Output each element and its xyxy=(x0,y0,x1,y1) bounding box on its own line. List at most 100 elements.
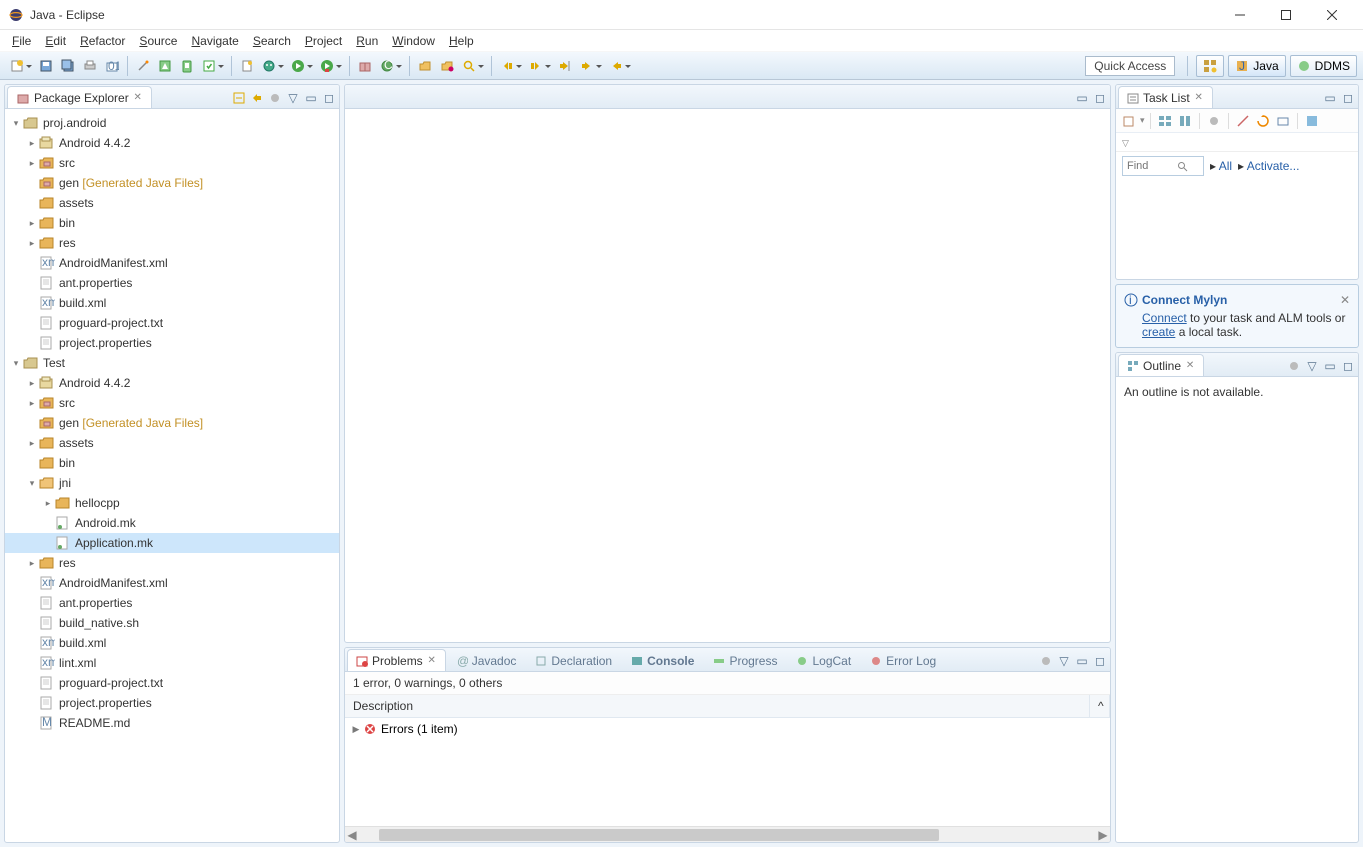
sdk-button[interactable] xyxy=(155,56,175,76)
new-task-button[interactable] xyxy=(1120,112,1138,130)
maximize-view-button[interactable]: ◻ xyxy=(321,90,337,106)
search-button[interactable] xyxy=(459,56,479,76)
menu-project[interactable]: Project xyxy=(299,32,348,50)
editor-minimize-button[interactable]: ▭ xyxy=(1074,90,1090,106)
twisty-icon[interactable]: ▶ xyxy=(349,724,363,735)
mylyn-connect-link[interactable]: Connect xyxy=(1142,311,1187,325)
tree-item[interactable]: ▸Android 4.4.2 xyxy=(5,373,339,393)
tree-item[interactable]: ▾jni xyxy=(5,473,339,493)
menu-refactor[interactable]: Refactor xyxy=(74,32,131,50)
tree-item[interactable]: ▸res xyxy=(5,233,339,253)
progress-tab[interactable]: Progress xyxy=(704,649,786,671)
maximize-view-button[interactable]: ◻ xyxy=(1340,358,1356,374)
outline-tab[interactable]: Outline✕ xyxy=(1118,354,1204,376)
lastedit-button[interactable] xyxy=(555,56,575,76)
package-explorer-tab[interactable]: Package Explorer ✕ xyxy=(7,86,152,108)
horizontal-scrollbar[interactable]: ◀ ▶ xyxy=(345,826,1110,842)
dropdown-icon[interactable]: ▾ xyxy=(1140,115,1145,126)
close-icon[interactable]: ✕ xyxy=(133,93,143,103)
twisty-icon[interactable]: ▾ xyxy=(9,118,23,129)
twisty-icon[interactable]: ▸ xyxy=(25,238,39,249)
print-button[interactable] xyxy=(80,56,100,76)
tree-item[interactable]: gen [Generated Java Files] xyxy=(5,173,339,193)
minimize-view-button[interactable]: ▭ xyxy=(303,90,319,106)
view-menu-button[interactable]: ▽ xyxy=(1056,653,1072,669)
problems-errors-group[interactable]: ▶ Errors (1 item) xyxy=(345,718,1110,740)
col-description[interactable]: Description xyxy=(345,695,1090,717)
javadoc-tab[interactable]: @Javadoc xyxy=(447,649,526,671)
newpackage-button[interactable] xyxy=(355,56,375,76)
tree-item[interactable]: gen [Generated Java Files] xyxy=(5,413,339,433)
twisty-icon[interactable]: ▸ xyxy=(25,218,39,229)
synchronize-button[interactable] xyxy=(1254,112,1272,130)
focus-workweek-button[interactable] xyxy=(1205,112,1223,130)
close-icon[interactable]: ✕ xyxy=(1185,361,1195,371)
tree-item[interactable]: ▸assets xyxy=(5,433,339,453)
annotation-prev-button[interactable] xyxy=(497,56,517,76)
openfolder-button[interactable] xyxy=(415,56,435,76)
tree-item[interactable]: xmlbuild.xml xyxy=(5,633,339,653)
twisty-icon[interactable]: ▸ xyxy=(41,498,55,509)
new-button[interactable] xyxy=(7,56,27,76)
twisty-icon[interactable]: ▸ xyxy=(25,378,39,389)
maximize-view-button[interactable]: ◻ xyxy=(1340,90,1356,106)
collapse-all-button[interactable] xyxy=(231,90,247,106)
maximize-view-button[interactable]: ◻ xyxy=(1092,653,1108,669)
tree-item[interactable]: bin xyxy=(5,453,339,473)
tree-item[interactable]: xmllint.xml xyxy=(5,653,339,673)
runext-button[interactable] xyxy=(317,56,337,76)
tree-item[interactable]: ▸bin xyxy=(5,213,339,233)
minimize-view-button[interactable]: ▭ xyxy=(1322,358,1338,374)
focus-task-button[interactable] xyxy=(267,90,283,106)
tree-item[interactable]: ant.properties xyxy=(5,593,339,613)
annotation-next-button[interactable] xyxy=(526,56,546,76)
view-menu-button[interactable]: ▽ xyxy=(285,90,301,106)
col-handle[interactable]: ^ xyxy=(1090,695,1110,717)
tree-item[interactable]: proguard-project.txt xyxy=(5,673,339,693)
build-button[interactable]: 010 xyxy=(102,56,122,76)
menu-edit[interactable]: Edit xyxy=(39,32,72,50)
editor-maximize-button[interactable]: ◻ xyxy=(1092,90,1108,106)
mylyn-create-link[interactable]: create xyxy=(1142,325,1175,339)
menu-file[interactable]: File xyxy=(6,32,37,50)
newtype-button[interactable]: C xyxy=(377,56,397,76)
open-perspective-button[interactable] xyxy=(1196,55,1224,77)
all-toggle[interactable]: ▸ All xyxy=(1210,159,1232,173)
opentask-button[interactable] xyxy=(437,56,457,76)
minimize-view-button[interactable]: ▭ xyxy=(1074,653,1090,669)
tree-item[interactable]: assets xyxy=(5,193,339,213)
console-tab[interactable]: Console xyxy=(622,649,703,671)
tree-item[interactable]: ant.properties xyxy=(5,273,339,293)
tree-project[interactable]: ▾Test xyxy=(5,353,339,373)
link-editor-button[interactable] xyxy=(249,90,265,106)
problems-tab[interactable]: Problems✕ xyxy=(347,649,446,671)
tree-item[interactable]: ▸src xyxy=(5,393,339,413)
focus-task-button[interactable] xyxy=(1038,653,1054,669)
nav-back-button[interactable] xyxy=(577,56,597,76)
focus-task-button[interactable] xyxy=(1286,358,1302,374)
lint-button[interactable] xyxy=(199,56,219,76)
close-icon[interactable]: ✕ xyxy=(427,656,437,666)
hide-completed-button[interactable] xyxy=(1234,112,1252,130)
tree-item[interactable]: ▸res xyxy=(5,553,339,573)
wand-button[interactable] xyxy=(133,56,153,76)
tree-item[interactable]: Android.mk xyxy=(5,513,339,533)
quick-access[interactable]: Quick Access xyxy=(1085,56,1175,76)
scheduled-button[interactable] xyxy=(1176,112,1194,130)
run-button[interactable] xyxy=(288,56,308,76)
filenew-button[interactable] xyxy=(237,56,257,76)
categorized-button[interactable] xyxy=(1156,112,1174,130)
close-icon[interactable]: ✕ xyxy=(1340,293,1350,307)
tree-item[interactable]: ▸Android 4.4.2 xyxy=(5,133,339,153)
maximize-button[interactable] xyxy=(1263,0,1309,30)
twisty-icon[interactable]: ▸ xyxy=(25,558,39,569)
tree-item[interactable]: ▸hellocpp xyxy=(5,493,339,513)
tree-item[interactable]: proguard-project.txt xyxy=(5,313,339,333)
tree-project[interactable]: ▾proj.android xyxy=(5,113,339,133)
twisty-icon[interactable]: ▸ xyxy=(25,158,39,169)
close-button[interactable] xyxy=(1309,0,1355,30)
menu-help[interactable]: Help xyxy=(443,32,480,50)
nav-forward-button[interactable] xyxy=(606,56,626,76)
twisty-icon[interactable]: ▾ xyxy=(9,358,23,369)
save-button[interactable] xyxy=(36,56,56,76)
